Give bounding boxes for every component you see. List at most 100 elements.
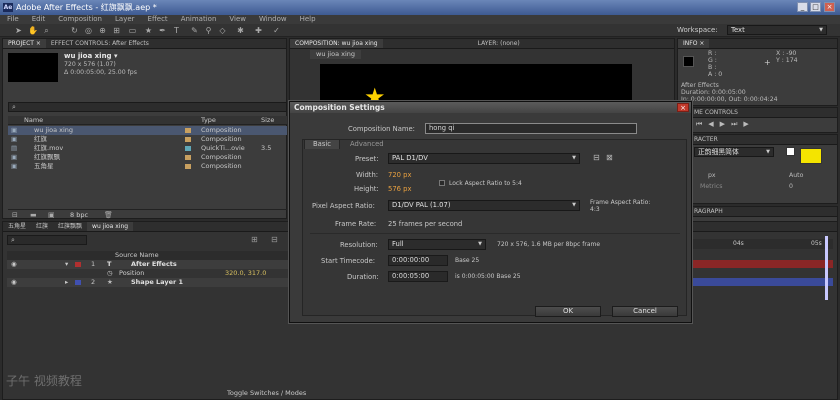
menu-file[interactable]: File — [7, 15, 19, 23]
save-preset-icon[interactable]: ⊟ — [593, 153, 600, 162]
column-type[interactable]: Type — [201, 116, 216, 124]
dialog-close-button[interactable]: × — [677, 103, 689, 112]
comp-flowchart-icon[interactable]: ⊞ — [251, 235, 258, 244]
layer-row[interactable]: ◉ ▾ 1 T After Effects — [7, 260, 288, 269]
menu-layer[interactable]: Layer — [115, 15, 135, 23]
tab-timeline-hongqipiaopiao[interactable]: 红旗飘飘 — [53, 222, 87, 231]
resolution-dropdown[interactable]: Full — [388, 239, 486, 250]
width-value[interactable]: 720 px — [388, 171, 411, 179]
menu-help[interactable]: Help — [300, 15, 316, 23]
duration-input[interactable]: 0:00:05:00 — [388, 271, 448, 282]
comp-subtab[interactable]: wu jioa xing — [310, 50, 362, 59]
property-row[interactable]: ◷ Position 320.0, 317.0 — [7, 269, 288, 278]
visibility-eye-icon[interactable]: ◉ — [11, 260, 17, 269]
list-item[interactable]: ▣ 红旗 Composition — [8, 135, 287, 144]
layer-row[interactable]: ◉ ▸ 2 ★ Shape Layer 1 — [7, 278, 288, 287]
axis-tool-icon[interactable]: ✓ — [272, 26, 281, 35]
tab-info[interactable]: INFO × — [678, 39, 710, 48]
close-window-button[interactable]: × — [824, 2, 835, 12]
tab-composition[interactable]: COMPOSITION: wu jioa xing — [290, 39, 383, 48]
pixel-aspect-ratio-dropdown[interactable]: D1/DV PAL (1.07) — [388, 200, 580, 211]
trash-icon[interactable]: 🗑 — [104, 211, 113, 219]
menu-edit[interactable]: Edit — [32, 15, 46, 23]
column-name[interactable]: Name — [24, 116, 43, 124]
menu-composition[interactable]: Composition — [58, 15, 102, 23]
property-value[interactable]: 320.0, 317.0 — [225, 269, 266, 278]
interpret-footage-icon[interactable]: ⊟ — [12, 211, 18, 219]
timeline-search-input[interactable]: ⌕ — [7, 235, 87, 245]
rotate-tool-icon[interactable]: ↻ — [70, 26, 79, 35]
maximize-button[interactable]: □ — [810, 2, 821, 12]
hand-tool-icon[interactable]: ✋ — [28, 26, 38, 35]
list-item[interactable]: ▤ 红旗.mov QuickTi...ovie 3.5 — [8, 144, 287, 153]
graph-editor-icon[interactable]: ⊟ — [271, 235, 278, 244]
selection-tool-icon[interactable]: ➤ — [14, 26, 23, 35]
menu-window[interactable]: Window — [259, 15, 287, 23]
clone-stamp-tool-icon[interactable]: ⚲ — [204, 26, 213, 35]
workspace-dropdown[interactable]: Text — [727, 25, 827, 35]
star-tool-icon[interactable]: ★ — [144, 26, 153, 35]
fill-color-swatch[interactable] — [800, 148, 822, 164]
stroke-color-swatch[interactable] — [786, 147, 795, 156]
bit-depth-button[interactable]: 8 bpc — [70, 211, 88, 219]
brush-tool-icon[interactable]: ✎ — [190, 26, 199, 35]
kerning-metrics[interactable]: Metrics — [700, 183, 722, 190]
ok-button[interactable]: OK — [535, 306, 601, 317]
delete-preset-icon[interactable]: ⊠ — [606, 153, 613, 162]
tracking-value[interactable]: 0 — [789, 183, 793, 190]
menu-effect[interactable]: Effect — [148, 15, 168, 23]
minimize-button[interactable]: _ — [797, 2, 808, 12]
list-item[interactable]: ▣ wu jioa xing Composition — [8, 126, 287, 135]
toggle-switches-modes[interactable]: Toggle Switches / Modes — [227, 389, 327, 397]
orbit-tool-icon[interactable]: ⊕ — [98, 26, 107, 35]
cancel-button[interactable]: Cancel — [612, 306, 678, 317]
tab-timeline-hongqi[interactable]: 红旗 — [31, 222, 53, 231]
frame-rate-value[interactable]: 25 frames per second — [388, 220, 462, 228]
roto-brush-tool-icon[interactable]: ✱ — [236, 26, 245, 35]
tab-basic[interactable]: Basic — [304, 139, 340, 149]
zoom-tool-icon[interactable]: ⌕ — [42, 26, 51, 35]
menu-view[interactable]: View — [229, 15, 246, 23]
tab-project[interactable]: PROJECT × — [3, 39, 46, 48]
type-tool-icon[interactable]: T — [172, 26, 181, 35]
pan-behind-tool-icon[interactable]: ⊞ — [112, 26, 121, 35]
layer-2-duration-bar[interactable] — [693, 278, 833, 286]
character-tab[interactable]: RACTER — [678, 135, 837, 145]
rectangle-tool-icon[interactable]: ▭ — [128, 26, 137, 35]
new-comp-icon[interactable]: ▣ — [48, 211, 55, 219]
project-search-input[interactable]: ⌕ — [8, 102, 287, 112]
menu-animation[interactable]: Animation — [181, 15, 217, 23]
tab-timeline-wujioaxing[interactable]: wu jioa xing — [87, 222, 134, 231]
time-controls-tab[interactable]: ME CONTROLS — [678, 108, 837, 118]
start-timecode-input[interactable]: 0:00:00:00 — [388, 255, 448, 266]
preset-dropdown[interactable]: PAL D1/DV — [388, 153, 580, 164]
comp-name-input[interactable]: hong qi — [425, 123, 637, 134]
new-folder-icon[interactable]: ▬ — [30, 211, 37, 219]
eraser-tool-icon[interactable]: ◇ — [218, 26, 227, 35]
expand-triangle-icon[interactable]: ▾ — [65, 260, 68, 269]
camera-tool-icon[interactable]: ◎ — [84, 26, 93, 35]
expand-triangle-icon[interactable]: ▸ — [65, 278, 68, 287]
font-size-unit[interactable]: px — [708, 172, 716, 179]
height-value[interactable]: 576 px — [388, 185, 411, 193]
tab-advanced[interactable]: Advanced — [342, 140, 392, 149]
timeline-ruler[interactable]: 04s 05s — [693, 239, 833, 249]
playback-controls[interactable]: ⏮◀▶⏭▶ — [696, 120, 755, 129]
font-family-dropdown[interactable]: 正韵细黑简体 — [694, 147, 774, 157]
tab-effect-controls[interactable]: EFFECT CONTROLS: After Effects — [46, 39, 154, 48]
puppet-tool-icon[interactable]: ✚ — [254, 26, 263, 35]
stopwatch-icon[interactable]: ◷ — [107, 269, 113, 278]
visibility-eye-icon[interactable]: ◉ — [11, 278, 17, 287]
pen-tool-icon[interactable]: ✒ — [158, 26, 167, 35]
playhead[interactable] — [825, 236, 828, 300]
layer-1-duration-bar[interactable] — [693, 260, 833, 268]
list-item[interactable]: ▣ 五角星 Composition — [8, 162, 287, 171]
column-size[interactable]: Size — [261, 116, 274, 124]
tab-layer[interactable]: LAYER: (none) — [473, 39, 525, 48]
paragraph-tab[interactable]: RAGRAPH — [678, 207, 837, 217]
list-item[interactable]: ▣ 红旗飘飘 Composition — [8, 153, 287, 162]
tab-timeline-wujiaoxing[interactable]: 五角星 — [3, 222, 31, 231]
leading-auto[interactable]: Auto — [789, 172, 803, 179]
lock-aspect-checkbox[interactable] — [439, 180, 445, 186]
column-source-name[interactable]: Source Name — [115, 251, 159, 260]
